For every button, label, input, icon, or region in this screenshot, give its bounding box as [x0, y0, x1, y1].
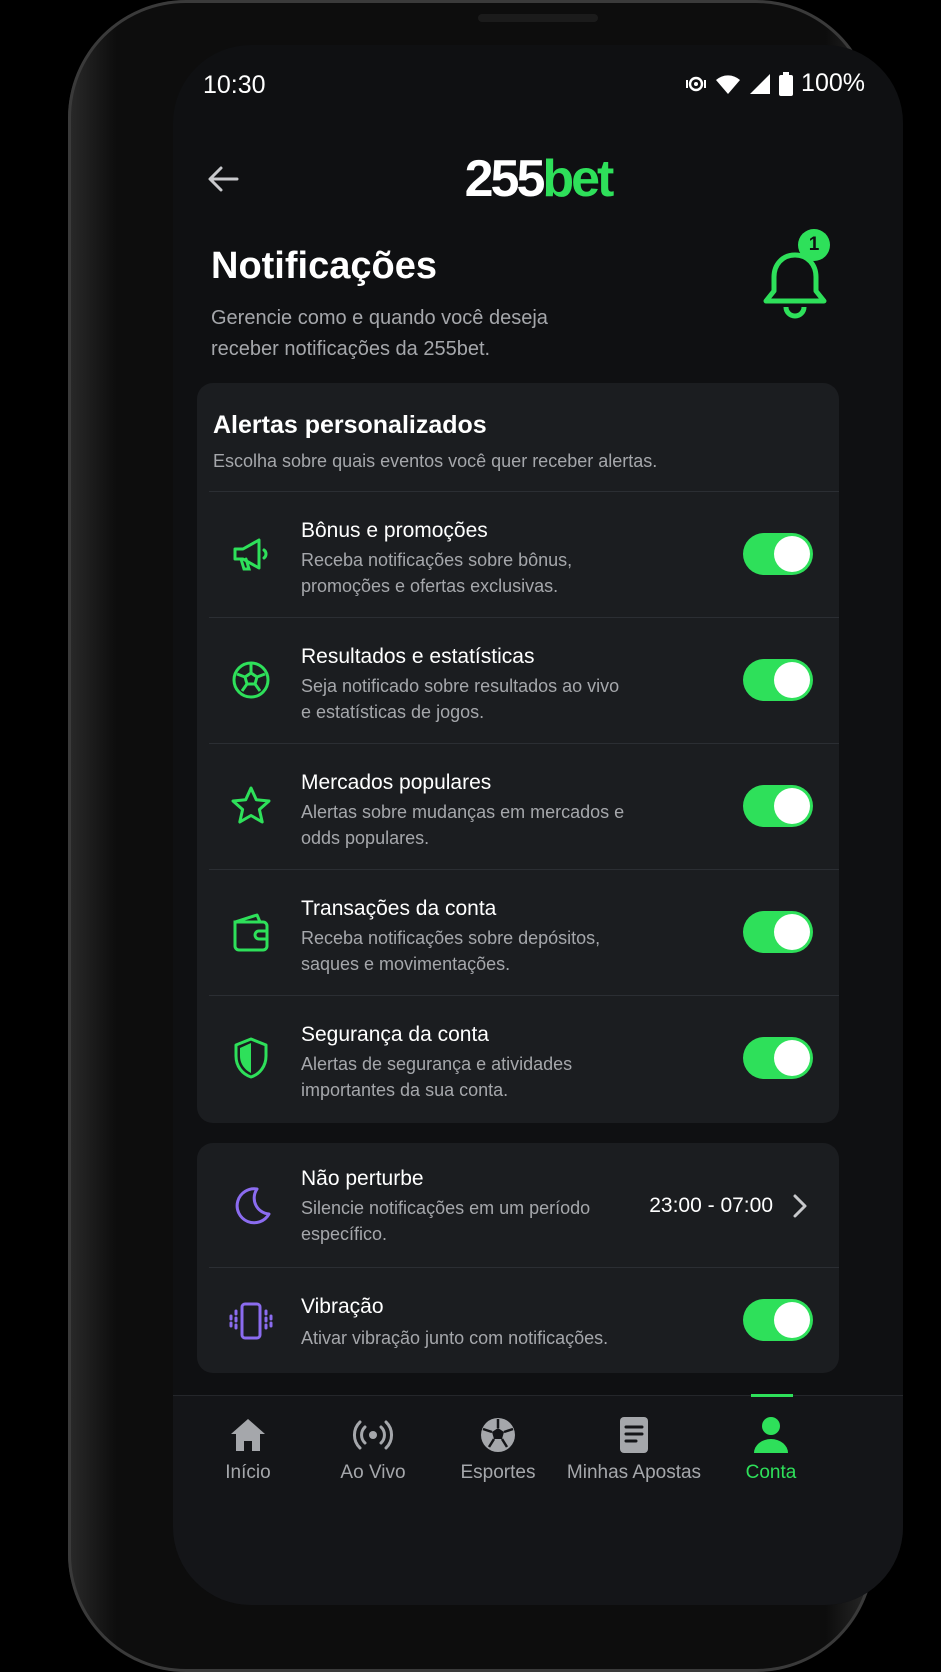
moon-icon	[235, 1187, 271, 1225]
security-toggle[interactable]	[743, 1037, 813, 1079]
toggle-knob	[774, 1302, 810, 1338]
do-not-disturb-row[interactable]: Não perturbe Silencie notificações em um…	[197, 1143, 839, 1267]
alert-desc: Receba notificações sobre depósitos, saq…	[301, 928, 601, 974]
vibration-row: Vibração Ativar vibração junto com notif…	[197, 1267, 839, 1373]
vibrate-mode-icon	[686, 76, 707, 91]
alert-title: Bônus e promoções	[301, 519, 488, 542]
nav-item-inicio[interactable]: Início	[193, 1414, 303, 1494]
alert-row-bonus: Bônus e promoções Receba notificações so…	[197, 491, 839, 617]
results-toggle[interactable]	[743, 659, 813, 701]
status-time: 10:30	[203, 71, 266, 99]
alerts-subtitle: Escolha sobre quais eventos você quer re…	[213, 451, 658, 471]
nav-label: Esportes	[460, 1462, 536, 1483]
alerts-card: Alertas personalizados Escolha sobre qua…	[197, 383, 839, 1123]
toggle-knob	[774, 536, 810, 572]
vibration-title: Vibração	[301, 1295, 384, 1318]
notification-badge: 1	[798, 229, 830, 261]
toggle-knob	[774, 788, 810, 824]
vibration-icon	[229, 1302, 273, 1340]
alert-row-security: Segurança da conta Alertas de segurança …	[197, 995, 839, 1121]
wallet-icon	[233, 913, 269, 952]
vibration-desc: Ativar vibração junto com notificações.	[301, 1328, 609, 1348]
alert-title: Resultados e estatísticas	[301, 645, 535, 668]
soccer-ball-icon	[481, 1418, 515, 1452]
alert-desc: Receba notificações sobre bônus, promoçõ…	[301, 550, 573, 596]
settings-card: Não perturbe Silencie notificações em um…	[197, 1143, 839, 1373]
megaphone-icon	[233, 538, 268, 571]
signal-icon	[750, 73, 771, 94]
nav-item-minhas-apostas[interactable]: Minhas Apostas	[559, 1414, 709, 1494]
dnd-title: Não perturbe	[301, 1167, 424, 1190]
shield-icon	[234, 1037, 268, 1079]
nav-item-ao-vivo[interactable]: Ao Vivo	[313, 1414, 433, 1494]
status-icons: 100%	[685, 69, 865, 98]
toggle-knob	[774, 914, 810, 950]
phone-frame: 10:30 100% 255bet Notificações Gerencie …	[68, 0, 903, 1672]
star-icon	[231, 786, 271, 824]
alert-title: Mercados populares	[301, 771, 492, 794]
alerts-title: Alertas personalizados	[213, 411, 487, 439]
bonus-toggle[interactable]	[743, 533, 813, 575]
app-header: 255bet	[173, 145, 903, 225]
transactions-toggle[interactable]	[743, 911, 813, 953]
bets-icon	[620, 1417, 648, 1453]
alert-row-markets: Mercados populares Alertas sobre mudança…	[197, 743, 839, 869]
bottom-nav: Início Ao Vivo Esportes Minhas Apostas C…	[173, 1394, 903, 1605]
nav-label: Minhas Apostas	[566, 1462, 702, 1483]
nav-label: Início	[225, 1462, 271, 1483]
toggle-knob	[774, 1040, 810, 1076]
nav-item-conta[interactable]: Conta	[721, 1414, 821, 1494]
page-subtitle: Gerencie como e quando você deseja receb…	[211, 307, 548, 360]
alert-desc: Alertas de segurança e atividades import…	[301, 1054, 573, 1100]
screen: 10:30 100% 255bet Notificações Gerencie …	[173, 45, 903, 1605]
nav-label: Conta	[745, 1462, 797, 1483]
nav-label: Ao Vivo	[340, 1462, 406, 1483]
chevron-right-icon	[793, 1194, 807, 1218]
nav-item-esportes[interactable]: Esportes	[433, 1414, 563, 1494]
markets-toggle[interactable]	[743, 785, 813, 827]
page-title: Notificações	[211, 245, 437, 287]
battery-icon	[779, 71, 794, 96]
wifi-icon	[716, 74, 741, 94]
user-icon	[754, 1417, 788, 1453]
soccer-ball-icon	[232, 661, 270, 699]
battery-percent: 100%	[801, 69, 865, 97]
toggle-knob	[774, 662, 810, 698]
status-bar: 10:30 100%	[173, 45, 903, 125]
alert-desc: Alertas sobre mudanças em mercados e odd…	[301, 802, 625, 848]
alert-title: Segurança da conta	[301, 1023, 489, 1046]
alert-title: Transações da conta	[301, 897, 497, 920]
dnd-desc: Silencie notificações em um período espe…	[301, 1198, 591, 1244]
active-tab-indicator	[751, 1394, 793, 1397]
alert-row-transactions: Transações da conta Receba notificações …	[197, 869, 839, 995]
alert-desc: Seja notificado sobre resultados ao vivo…	[301, 676, 620, 722]
speaker-grille	[478, 14, 598, 22]
dnd-time-range: 23:00 - 07:00	[649, 1194, 773, 1217]
brand-logo: 255bet	[464, 150, 615, 208]
alert-row-results: Resultados e estatísticas Seja notificad…	[197, 617, 839, 743]
home-icon	[231, 1419, 265, 1451]
vibration-toggle[interactable]	[743, 1299, 813, 1341]
live-icon	[353, 1420, 393, 1450]
